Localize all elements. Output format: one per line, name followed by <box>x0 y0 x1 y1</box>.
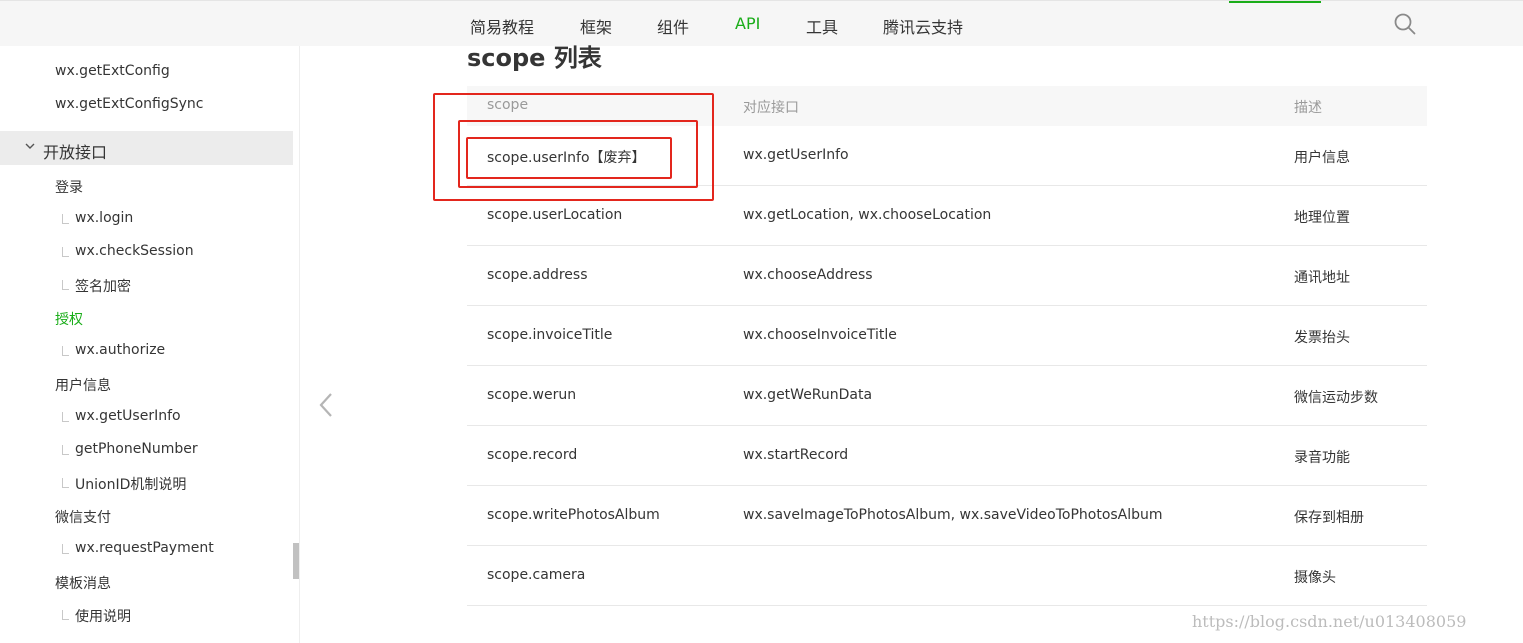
cell-desc: 摄像头 <box>1294 570 1336 586</box>
cell-scope: scope.werun <box>487 387 577 403</box>
cell-scope: scope.invoiceTitle <box>487 327 613 343</box>
cell-scope: scope.writePhotosAlbum <box>487 507 660 523</box>
sidebar-item-signature[interactable]: 签名加密 <box>75 276 131 296</box>
sidebar-item-unionid[interactable]: UnionID机制说明 <box>75 474 186 494</box>
cell-desc: 通讯地址 <box>1294 270 1350 286</box>
sidebar-item-wx-requestpayment[interactable]: wx.requestPayment <box>75 540 214 556</box>
sidebar-item-getphonenumber[interactable]: getPhoneNumber <box>75 441 198 457</box>
tab-framework[interactable]: 框架 <box>580 14 612 38</box>
cell-api: wx.startRecord <box>743 447 849 463</box>
cell-desc: 地理位置 <box>1294 210 1350 226</box>
tree-line <box>62 610 69 620</box>
sidebar-section-label: 开放接口 <box>43 143 108 162</box>
search-icon[interactable] <box>1394 13 1416 35</box>
page-title: scope 列表 <box>467 44 602 72</box>
table-row: scope.writePhotosAlbum wx.saveImageToPho… <box>467 486 1427 546</box>
cell-scope: scope.userLocation <box>487 207 623 223</box>
cell-scope: scope.camera <box>487 567 586 583</box>
cell-desc: 发票抬头 <box>1294 330 1350 346</box>
sidebar-item-authorize-group[interactable]: 授权 <box>55 309 83 329</box>
nav-active-indicator <box>1229 1 1321 3</box>
tree-line <box>62 280 69 290</box>
tab-tools[interactable]: 工具 <box>806 14 838 38</box>
annotation-inner-box <box>466 137 672 179</box>
tab-components[interactable]: 组件 <box>657 14 689 38</box>
cell-api: wx.getWeRunData <box>743 387 873 403</box>
chevron-left-icon[interactable] <box>316 392 336 418</box>
cell-desc: 录音功能 <box>1294 450 1350 466</box>
table-row: scope.record wx.startRecord 录音功能 <box>467 426 1427 486</box>
sidebar-scrollbar[interactable] <box>293 543 299 579</box>
tree-line <box>62 247 69 257</box>
table-row: scope.werun wx.getWeRunData 微信运动步数 <box>467 366 1427 426</box>
cell-api: wx.getLocation, wx.chooseLocation <box>743 207 992 223</box>
table-row: scope.camera 摄像头 <box>467 546 1427 606</box>
sidebar-item-wx-login[interactable]: wx.login <box>75 210 133 226</box>
tab-tutorial[interactable]: 简易教程 <box>470 14 534 38</box>
sidebar-item-usage[interactable]: 使用说明 <box>75 606 131 626</box>
sidebar-item-login-group[interactable]: 登录 <box>55 177 83 197</box>
cell-api: wx.chooseAddress <box>743 267 873 283</box>
table-row: scope.invoiceTitle wx.chooseInvoiceTitle… <box>467 306 1427 366</box>
sidebar-section-open-api[interactable]: 开放接口 <box>0 131 293 165</box>
cell-desc: 保存到相册 <box>1294 510 1364 526</box>
column-header-desc: 描述 <box>1294 100 1322 116</box>
sidebar-item-template-group[interactable]: 模板消息 <box>55 573 111 593</box>
table-row: scope.address wx.chooseAddress 通讯地址 <box>467 246 1427 306</box>
sidebar-item-wx-authorize[interactable]: wx.authorize <box>75 342 165 358</box>
sidebar-item-userinfo-group[interactable]: 用户信息 <box>55 375 111 395</box>
sidebar-item-getextconfigsync[interactable]: wx.getExtConfigSync <box>55 96 203 112</box>
chevron-down-icon <box>25 143 35 149</box>
tree-line <box>62 544 69 554</box>
watermark: https://blog.csdn.net/u013408059 <box>1192 612 1467 631</box>
cell-desc: 微信运动步数 <box>1294 390 1378 406</box>
tree-line <box>62 445 69 455</box>
cell-desc: 用户信息 <box>1294 150 1350 166</box>
sidebar-item-getextconfig[interactable]: wx.getExtConfig <box>55 63 170 79</box>
cell-api: wx.getUserInfo <box>743 147 849 163</box>
sidebar: wx.getExtConfig wx.getExtConfigSync 开放接口… <box>0 46 300 643</box>
column-header-api: 对应接口 <box>743 100 799 116</box>
sidebar-item-wx-checksession[interactable]: wx.checkSession <box>75 243 194 259</box>
sidebar-item-wx-getuserinfo[interactable]: wx.getUserInfo <box>75 408 181 424</box>
top-nav: 简易教程 框架 组件 API 工具 腾讯云支持 <box>0 0 1523 46</box>
cell-scope: scope.record <box>487 447 578 463</box>
cell-scope: scope.address <box>487 267 588 283</box>
tree-line <box>62 214 69 224</box>
tab-tencent-cloud[interactable]: 腾讯云支持 <box>883 14 963 38</box>
tree-line <box>62 346 69 356</box>
cell-api: wx.saveImageToPhotosAlbum, wx.saveVideoT… <box>743 507 1163 523</box>
cell-api: wx.chooseInvoiceTitle <box>743 327 897 343</box>
tab-api[interactable]: API <box>735 14 760 33</box>
tree-line <box>62 412 69 422</box>
sidebar-item-payment-group[interactable]: 微信支付 <box>55 507 111 527</box>
tree-line <box>62 478 69 488</box>
